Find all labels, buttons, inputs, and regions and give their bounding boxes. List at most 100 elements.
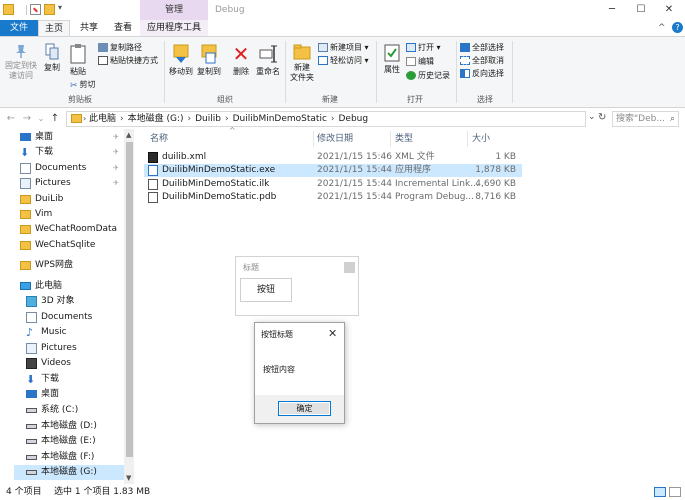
column-header-type[interactable]: 类型 (395, 131, 413, 147)
history-icon (406, 71, 416, 80)
sidebar-item[interactable]: Documents ✈ (0, 161, 124, 176)
collapse-ribbon-icon[interactable]: ^ (658, 23, 666, 33)
sidebar-item[interactable]: 桌面 ✈ (0, 130, 124, 145)
large-icons-view-icon[interactable] (669, 487, 681, 497)
details-view-icon[interactable] (654, 487, 666, 497)
nav-scrollbar-thumb[interactable] (126, 142, 133, 457)
scroll-down-arrow-icon[interactable]: ▼ (126, 474, 131, 482)
file-name: DuilibMinDemoStatic.pdb (162, 192, 277, 202)
easy-access-button[interactable]: 轻松访问 ▾ (318, 55, 369, 67)
rename-button[interactable]: 重命名 (254, 43, 282, 77)
sidebar-item[interactable]: 本地磁盘 (E:) (0, 434, 124, 449)
divider[interactable] (313, 131, 314, 147)
sidebar-item[interactable]: DuiLib (0, 192, 124, 207)
address-bar[interactable]: › 此电脑 › 本地磁盘 (G:) › Duilib › DuilibMinDemoStat… (66, 111, 586, 127)
paste-shortcut-button[interactable]: 粘贴快捷方式 (98, 55, 158, 67)
sidebar-item[interactable]: Pictures (0, 341, 124, 356)
breadcrumb-item[interactable]: DuilibMinDemoStatic (233, 114, 327, 124)
tab-file[interactable]: 文件 (0, 20, 38, 37)
copy-button[interactable]: 复制 (40, 43, 64, 73)
cut-button[interactable]: ✂ 剪切 (70, 79, 96, 91)
edit-label: 编辑 (418, 57, 434, 66)
tab-share[interactable]: 共享 (72, 20, 106, 37)
sidebar-item[interactable]: 本地磁盘 (F:) (0, 450, 124, 465)
sidebar-item[interactable]: 桌面 (0, 387, 124, 402)
tab-view[interactable]: 查看 (106, 20, 140, 37)
sidebar-item[interactable]: Videos (0, 356, 124, 371)
file-row[interactable]: DuilibMinDemoStatic.exe 2021/1/15 15:44 应用… (144, 164, 522, 177)
open-button[interactable]: 打开 ▾ (406, 42, 441, 54)
sidebar-item[interactable]: 3D 对象 (0, 294, 124, 309)
column-header-size[interactable]: 大小 (472, 131, 490, 147)
invert-selection-button[interactable]: 反向选择 (460, 68, 504, 80)
breadcrumb-item[interactable]: Debug (339, 114, 369, 124)
sidebar-item-label: 桌面 (41, 389, 60, 399)
forward-button[interactable]: → (20, 112, 34, 126)
copy-to-button[interactable]: 复制到 (196, 43, 222, 77)
ilk-icon (148, 179, 158, 190)
new-folder-button[interactable]: 新建 文件夹 (288, 43, 316, 83)
copy-path-button[interactable]: 复制路径 (98, 42, 142, 54)
move-to-button[interactable]: 移动到 (168, 43, 194, 77)
chevron-right-icon: › (187, 114, 192, 124)
file-row[interactable]: duilib.xml 2021/1/15 15:46 XML 文件 1 KB (144, 151, 522, 164)
sidebar-item[interactable]: 系统 (C:) (0, 403, 124, 418)
column-header-name[interactable]: 名称 (150, 131, 168, 147)
sidebar-item[interactable]: ♪ Music (0, 325, 124, 340)
edit-button[interactable]: 编辑 (406, 56, 434, 68)
recent-locations-button[interactable]: ⌄ (34, 112, 48, 126)
customize-quick-access-icon[interactable]: ▾ (58, 3, 62, 12)
column-header-date[interactable]: 修改日期 (317, 131, 353, 147)
file-row[interactable]: DuilibMinDemoStatic.pdb 2021/1/15 15:44 Pr… (144, 191, 522, 204)
history-label: 历史记录 (418, 71, 450, 80)
sidebar-item[interactable]: ⬇ 下载 (0, 372, 124, 387)
up-button[interactable]: ↑ (48, 112, 62, 126)
close-button[interactable]: ✕ (652, 0, 685, 20)
sidebar-item[interactable]: ⬇ 下载 ✈ (0, 145, 124, 160)
breadcrumb-item[interactable]: 本地磁盘 (G:) (128, 114, 184, 124)
tab-app-tools[interactable]: 应用程序工具 (140, 20, 208, 37)
invert-selection-icon (460, 69, 470, 78)
sidebar-item-label: Music (41, 327, 67, 337)
ok-button[interactable]: 确定 (278, 401, 331, 416)
demo-window-close-button[interactable] (344, 262, 355, 273)
sidebar-item-label: Pictures (41, 343, 77, 353)
help-icon[interactable]: ? (672, 22, 683, 33)
sidebar-item[interactable]: WeChatSqlite (0, 238, 124, 253)
sidebar-item[interactable]: 本地磁盘 (D:) (0, 419, 124, 434)
demo-button[interactable]: 按钮 (240, 278, 292, 302)
breadcrumb-item[interactable]: 此电脑 (89, 114, 116, 124)
divider[interactable] (390, 131, 391, 147)
scroll-up-arrow-icon[interactable]: ▲ (126, 131, 131, 139)
sidebar-item[interactable]: Pictures ✈ (0, 176, 124, 191)
back-button[interactable]: ← (4, 112, 18, 126)
breadcrumb-item[interactable]: Duilib (195, 114, 221, 124)
pin-quick-access-button[interactable]: 固定到快 速访问 (3, 43, 39, 81)
properties-button[interactable]: 属性 (380, 43, 404, 75)
new-folder-quick-icon[interactable] (44, 4, 55, 15)
select-none-button[interactable]: 全部取消 (460, 55, 504, 67)
select-all-button[interactable]: 全部选择 (460, 42, 504, 54)
divider[interactable] (467, 131, 468, 147)
tab-home[interactable]: 主页 (38, 20, 70, 37)
address-dropdown-button[interactable]: ⌄ (588, 112, 596, 122)
new-item-button[interactable]: 新建项目 ▾ (318, 42, 369, 54)
move-to-icon (172, 43, 190, 65)
delete-button[interactable]: ✕ 删除 (230, 43, 252, 77)
sidebar-item[interactable]: WPS网盘 (0, 258, 124, 273)
search-input[interactable]: 搜索"Deb... ⌕ (612, 111, 679, 127)
properties-check-icon[interactable] (30, 4, 41, 15)
sidebar-item[interactable]: 本地磁盘 (G:) (0, 465, 124, 480)
sidebar-item[interactable]: Documents (0, 310, 124, 325)
edit-icon (406, 57, 416, 66)
message-box-close-button[interactable]: ✕ (328, 327, 337, 340)
sidebar-item[interactable]: WeChatRoomData (0, 222, 124, 237)
paste-button[interactable]: 粘贴 (66, 43, 90, 77)
history-button[interactable]: 历史记录 (406, 70, 450, 82)
sidebar-item[interactable]: Vim (0, 207, 124, 222)
invert-selection-label: 反向选择 (472, 69, 504, 78)
file-row[interactable]: DuilibMinDemoStatic.ilk 2021/1/15 15:44 In… (144, 178, 522, 191)
sidebar-item[interactable]: 此电脑 (0, 279, 124, 294)
refresh-button[interactable]: ↻ (598, 112, 606, 123)
message-box: 按钮标题 ✕ 按钮内容 确定 (254, 322, 345, 424)
